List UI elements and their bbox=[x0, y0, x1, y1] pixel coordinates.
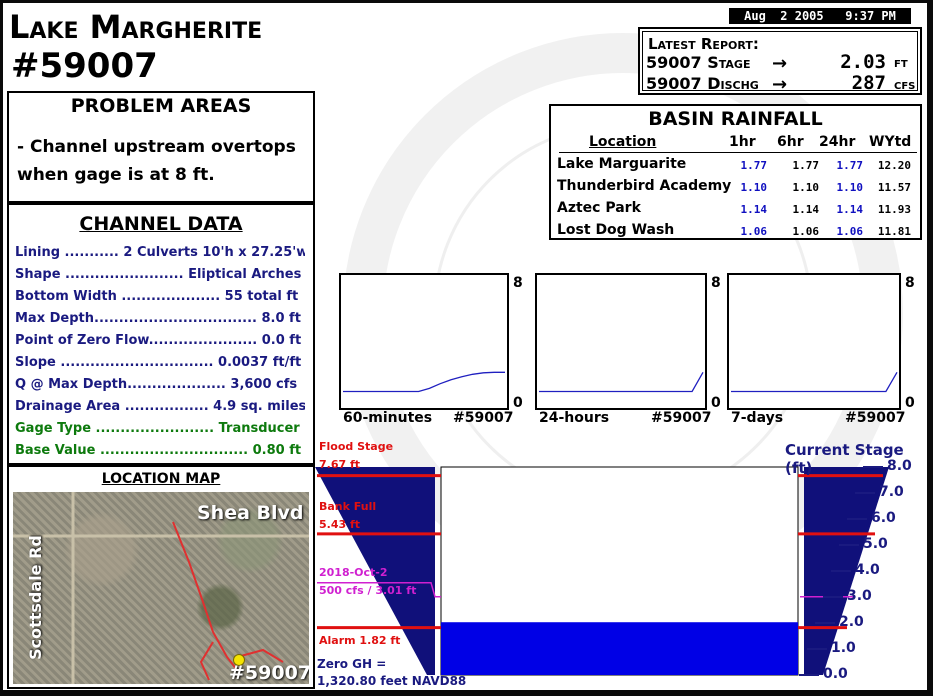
stage-tick-label: 7.0 bbox=[879, 484, 904, 500]
stage-tick-label: 6.0 bbox=[871, 510, 896, 526]
stage-tick-label: 2.0 bbox=[839, 614, 864, 630]
flood-stage-label: Flood Stage bbox=[319, 440, 394, 453]
stage-tick-label: 4.0 bbox=[855, 562, 880, 578]
stage-tick-label: 0.0 bbox=[823, 666, 848, 682]
historic-value-label: 500 cfs / 3.01 ft bbox=[319, 584, 417, 597]
channel-profile bbox=[315, 466, 889, 676]
current-stage-heading: Current Stage (ft) bbox=[785, 441, 904, 477]
historic-date-label: 2018-Oct-2 bbox=[319, 566, 388, 579]
gage-display: Aug 2 2005 9:37 PM Lake Margherite #5900… bbox=[3, 3, 927, 690]
bank-full-label: Bank Full bbox=[319, 500, 377, 513]
flood-stage-value: 7.67 ft bbox=[319, 458, 361, 471]
zero-gh-datum: 1,320.80 feet NAVD88 bbox=[317, 674, 467, 688]
bank-full-value: 5.43 ft bbox=[319, 518, 361, 531]
alarm-label: Alarm 1.82 ft bbox=[319, 634, 401, 647]
stage-tick-label: 1.0 bbox=[831, 640, 856, 656]
zero-gh-label: Zero GH = bbox=[317, 657, 387, 671]
water-level-fill bbox=[441, 622, 798, 675]
stage-tick-label: 3.0 bbox=[847, 588, 872, 604]
stage-tick-label: 5.0 bbox=[863, 536, 888, 552]
